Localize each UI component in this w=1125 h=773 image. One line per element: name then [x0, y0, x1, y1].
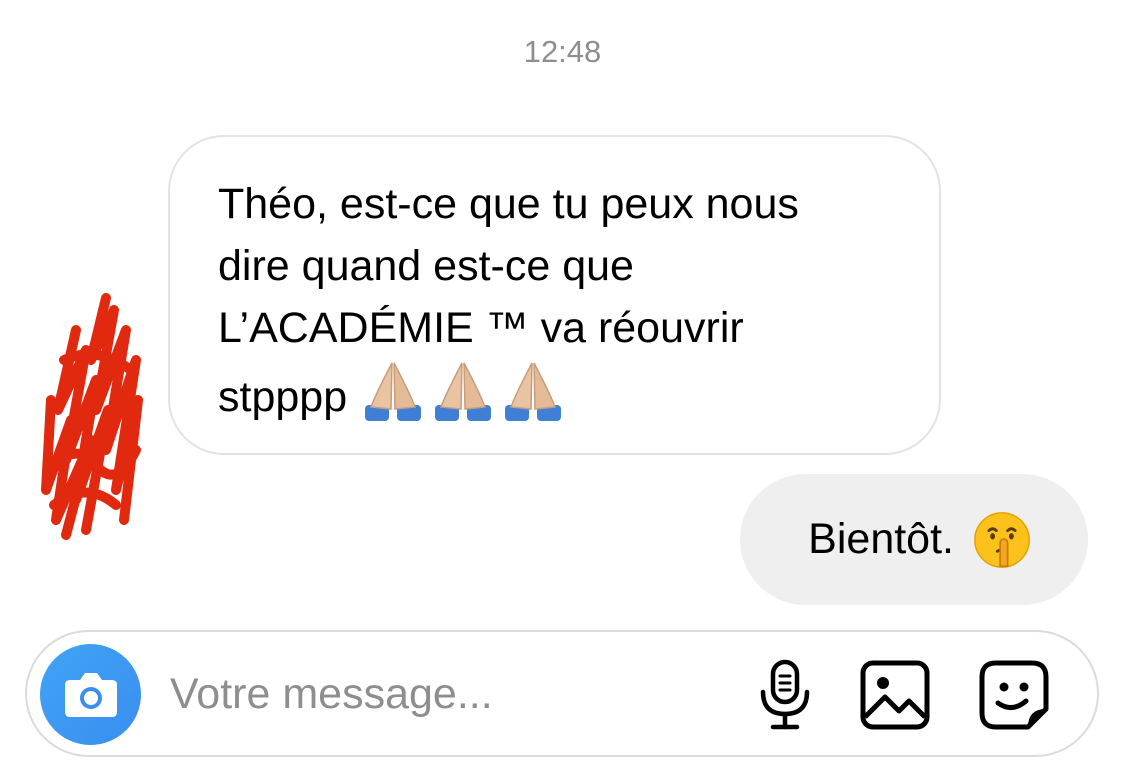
folded-hands-icon [365, 362, 422, 421]
camera-button[interactable] [40, 644, 141, 745]
gallery-button[interactable] [859, 659, 931, 731]
sticker-icon [979, 660, 1049, 730]
incoming-message-line-1: Théo, est-ce que tu peux nous [218, 180, 799, 228]
message-input[interactable] [170, 662, 710, 726]
outgoing-message-text: Bientôt. [808, 515, 954, 563]
shushing-face-icon [974, 511, 1030, 568]
sticker-button[interactable] [978, 659, 1050, 731]
emoji-group [361, 359, 565, 423]
gallery-icon [860, 660, 930, 730]
message-timestamp: 12:48 [523, 34, 602, 69]
redacted-avatar[interactable] [36, 290, 146, 540]
incoming-message-line-3: L’ACADÉMIE ™ va réouvrir [218, 304, 744, 352]
outgoing-message-bubble[interactable]: Bientôt. [740, 474, 1088, 605]
camera-icon [64, 672, 117, 717]
incoming-message-bubble[interactable]: Théo, est-ce que tu peux nous dire quand… [168, 135, 941, 455]
folded-hands-icon [435, 362, 492, 421]
microphone-icon [760, 659, 810, 730]
voice-message-button[interactable] [749, 659, 821, 731]
incoming-message-line-4: stpppp [218, 373, 348, 421]
message-composer [25, 630, 1099, 757]
folded-hands-icon [505, 362, 562, 421]
incoming-message-line-2: dire quand est-ce que [218, 242, 634, 290]
